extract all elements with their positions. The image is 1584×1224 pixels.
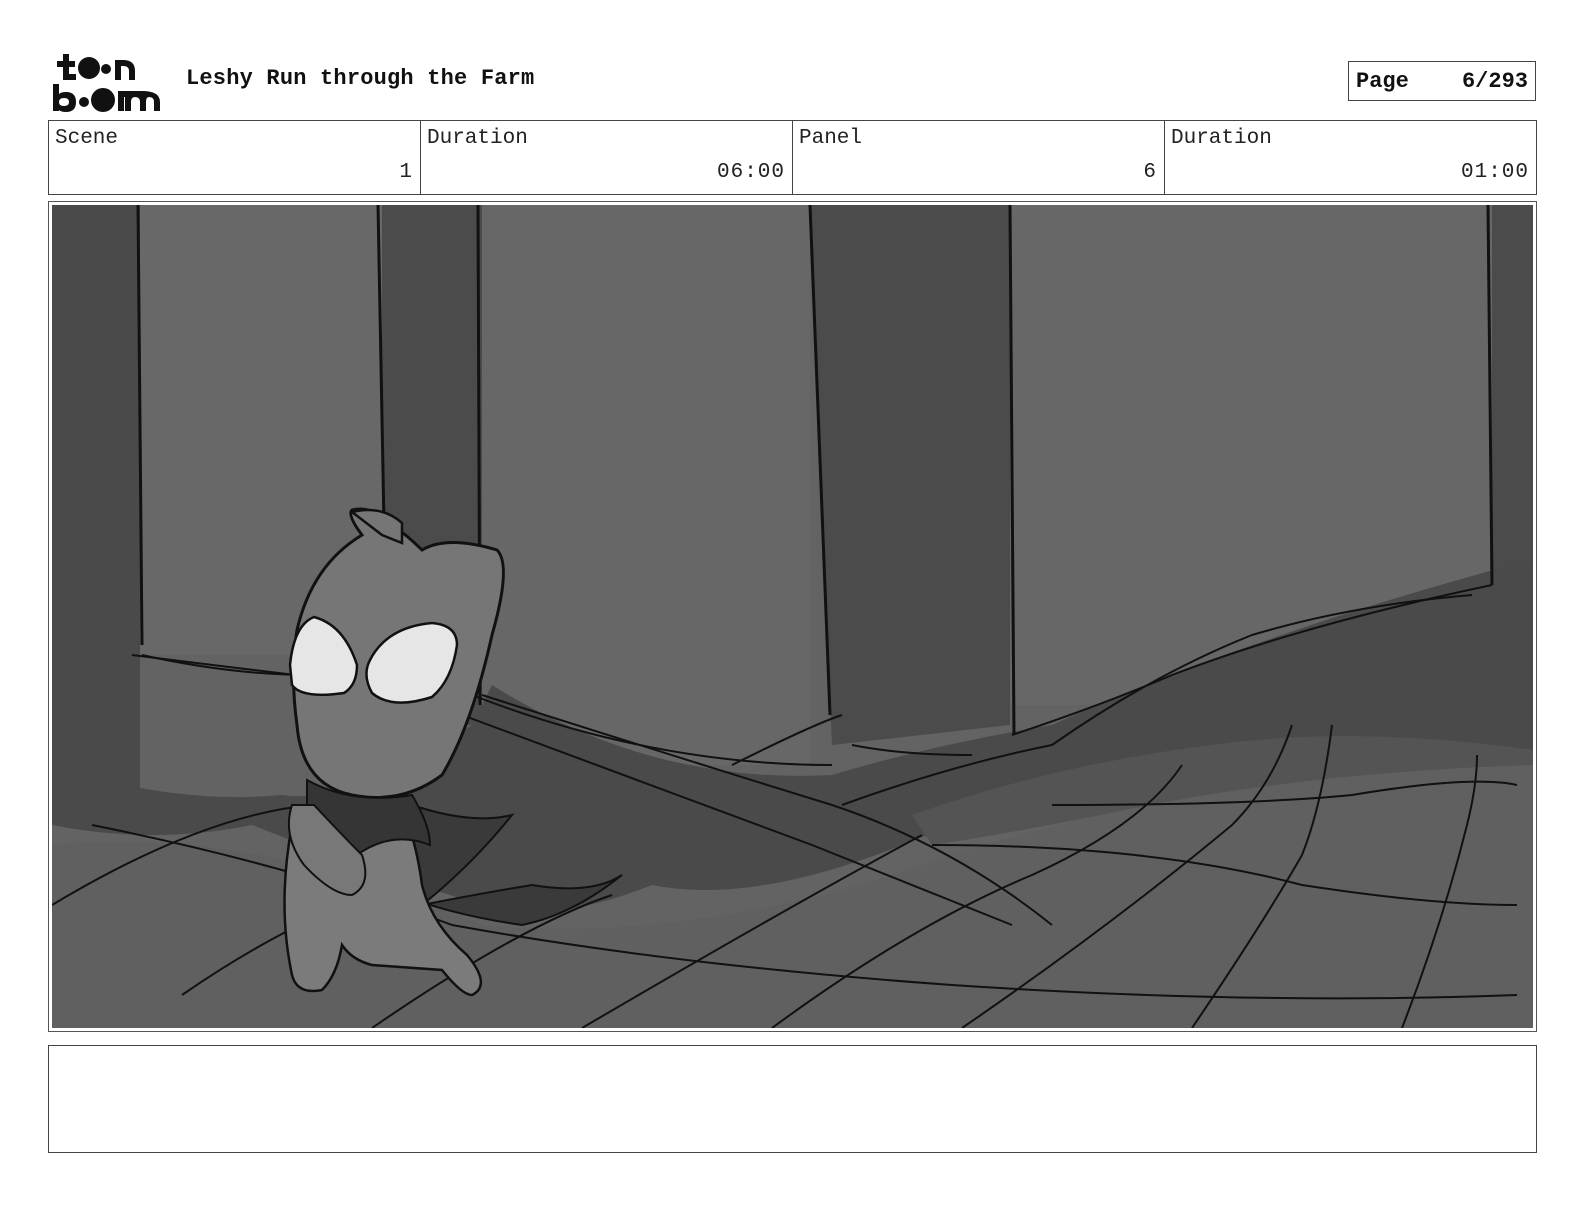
panel-duration-value: 01:00 [1460,161,1529,184]
panel-value: 6 [1143,161,1157,184]
panel-label: Panel [799,127,863,150]
scene-label: Scene [55,127,119,150]
panel-duration-cell: Duration 01:00 [1165,121,1536,194]
scene-duration-value: 06:00 [716,161,785,184]
toon-boom-logo [53,54,160,112]
panel-cell: Panel 6 [793,121,1165,194]
page-indicator: Page 6/293 [1348,61,1536,101]
panel-duration-label: Duration [1171,127,1272,150]
storyboard-drawing-image [52,205,1533,1028]
scene-value: 1 [399,161,413,184]
scene-cell: Scene 1 [49,121,421,194]
page-number: 6/293 [1461,68,1528,94]
panel-info-row: Scene 1 Duration 06:00 Panel 6 Duration … [48,120,1537,195]
panel-notes-box[interactable] [48,1045,1537,1153]
page-label: Page [1356,68,1409,94]
scene-duration-label: Duration [427,127,528,150]
storyboard-title: Leshy Run through the Farm [186,66,535,91]
scene-duration-cell: Duration 06:00 [421,121,793,194]
